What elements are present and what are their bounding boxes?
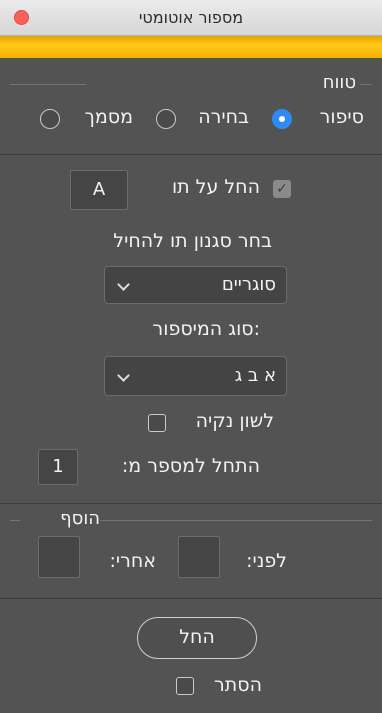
add-group-line-right xyxy=(100,520,372,521)
separator xyxy=(0,598,382,599)
add-group-line-left xyxy=(10,520,20,521)
number-type-label: :סוג המיספור xyxy=(152,318,260,340)
start-at-label: החל על תו xyxy=(171,176,260,198)
range-legend: טווח xyxy=(322,72,356,93)
window-title: מספור אוטומטי xyxy=(138,8,244,27)
radio-selection-label[interactable]: בחירה xyxy=(198,106,249,128)
radio-document-label[interactable]: מסמך xyxy=(85,106,133,128)
hide-checkbox[interactable] xyxy=(176,677,194,695)
range-group-line-right xyxy=(360,84,372,85)
clean-language-label[interactable]: לשון נקיה xyxy=(196,410,274,432)
chevron-down-icon xyxy=(117,278,130,291)
separator xyxy=(0,154,382,155)
radio-selection-button[interactable] xyxy=(156,109,176,129)
radio-story-button[interactable] xyxy=(272,109,292,129)
number-type-select[interactable]: א ב ג xyxy=(104,356,287,396)
start-number-label: התחל למספר מ: xyxy=(121,455,260,477)
before-input[interactable] xyxy=(178,536,220,578)
add-legend: הוסף xyxy=(60,508,100,529)
style-select[interactable]: סוגריים xyxy=(104,266,287,304)
number-type-select-value: א ב ג xyxy=(234,365,276,386)
accent-bar xyxy=(0,36,382,58)
chevron-down-icon xyxy=(117,369,130,382)
start-at-checkbox[interactable]: ✓ xyxy=(273,180,291,198)
range-group-line-left xyxy=(10,84,86,85)
hide-label[interactable]: הסתר xyxy=(214,674,262,696)
style-label: בחר סגנון תו להחיל xyxy=(113,230,272,252)
separator xyxy=(0,503,382,504)
before-label: לפני: xyxy=(246,550,287,572)
apply-button[interactable]: החל xyxy=(137,617,257,659)
radio-document-button[interactable] xyxy=(40,109,60,129)
start-number-input[interactable]: 1 xyxy=(38,449,78,485)
style-select-value: סוגריים xyxy=(221,274,276,295)
after-input[interactable] xyxy=(38,536,80,578)
start-char-input[interactable]: A xyxy=(70,170,128,210)
after-label: אחרי: xyxy=(109,550,157,572)
radio-story-label[interactable]: סיפור xyxy=(320,106,364,128)
clean-language-checkbox[interactable] xyxy=(148,414,166,432)
title-bar: מספור אוטומטי xyxy=(0,0,382,36)
